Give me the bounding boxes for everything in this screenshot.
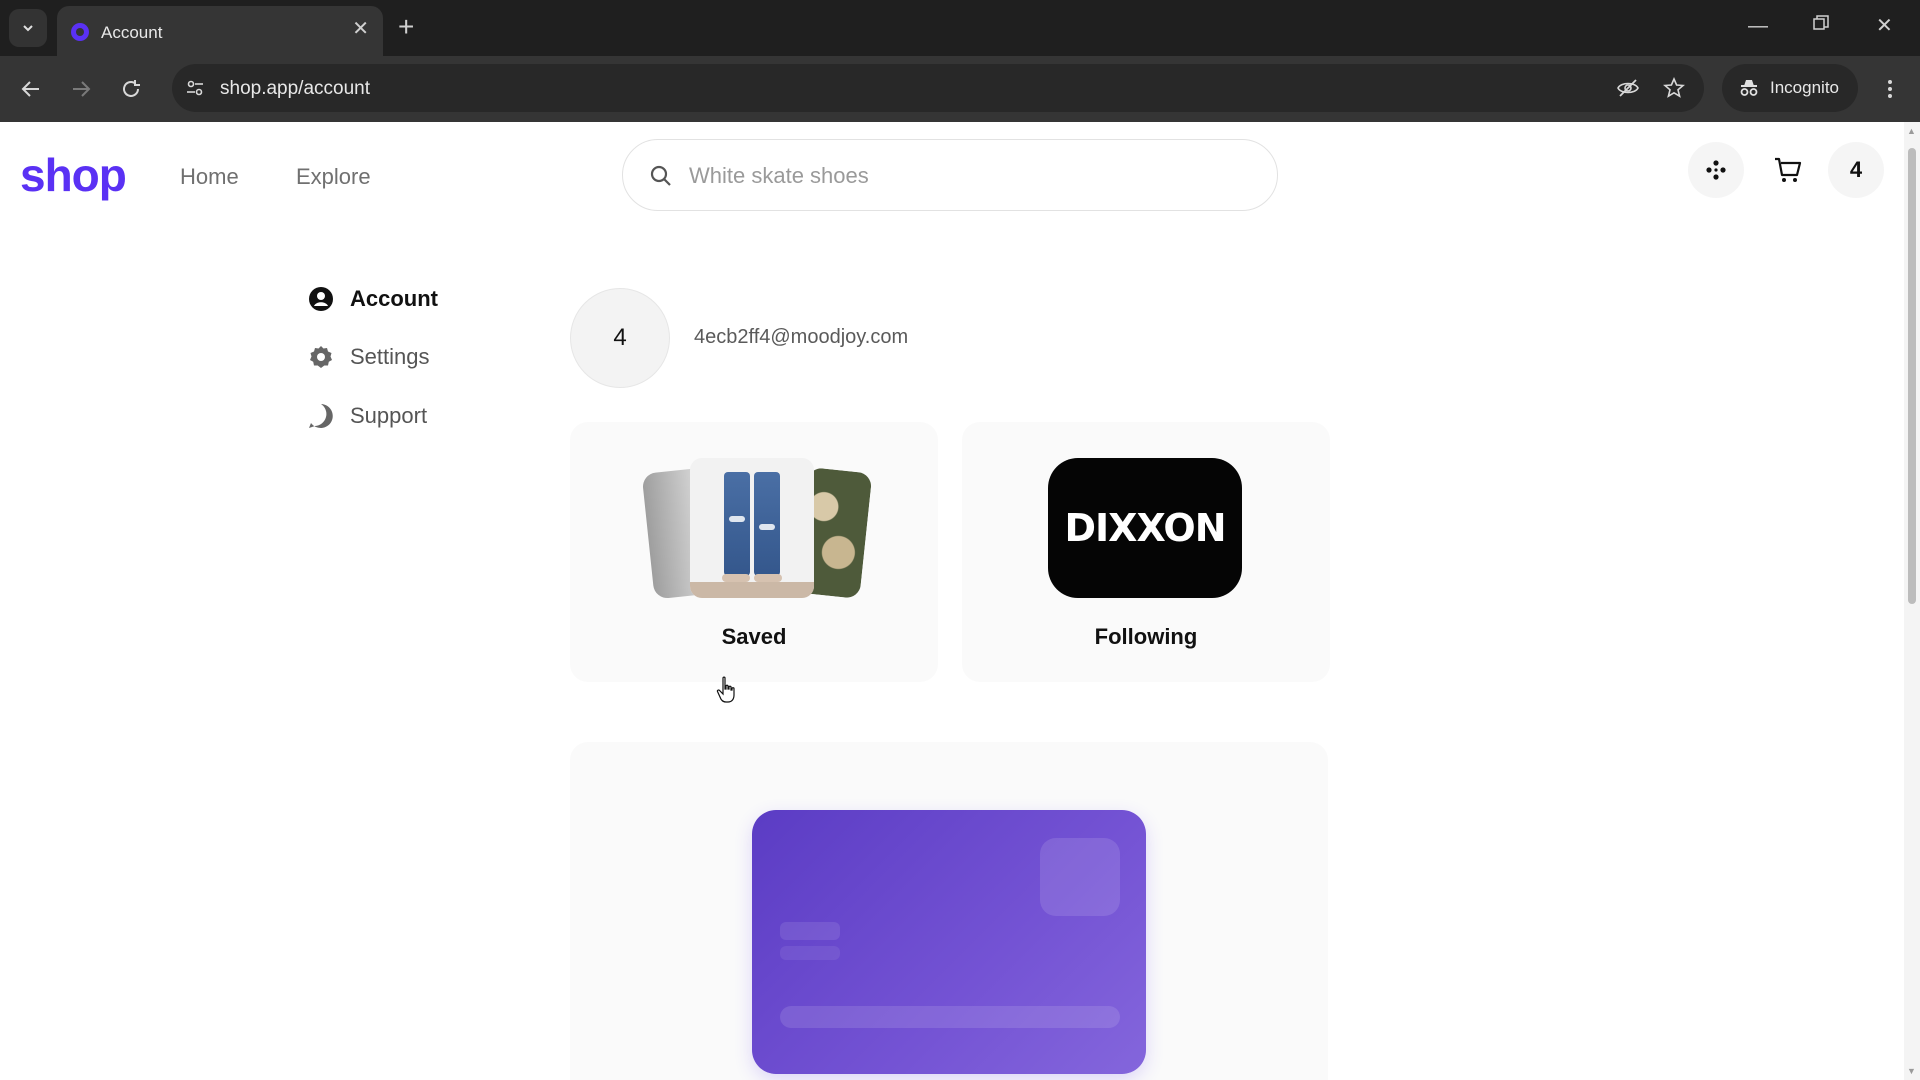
reload-icon[interactable] xyxy=(118,76,144,102)
user-circle-icon xyxy=(308,286,334,312)
profile-avatar: 4 xyxy=(570,288,670,388)
saved-label: Saved xyxy=(721,624,787,649)
incognito-badge[interactable]: Incognito xyxy=(1722,64,1858,112)
search-input[interactable] xyxy=(689,156,1249,196)
page-scrollbar[interactable]: ▲ ▼ xyxy=(1904,122,1920,1080)
url-text[interactable]: shop.app/account xyxy=(220,78,370,100)
shop-favicon-icon xyxy=(71,23,89,41)
payment-card-section xyxy=(570,742,1328,1080)
shop-logo[interactable]: shop xyxy=(20,148,127,202)
brand-logo-image: DIXXON xyxy=(1048,458,1242,598)
help-circle-icon: ? xyxy=(308,403,334,429)
nav-home-link[interactable]: Home xyxy=(180,164,239,190)
address-bar[interactable]: shop.app/account xyxy=(172,64,1704,112)
site-settings-icon[interactable] xyxy=(182,75,208,101)
eye-off-icon[interactable] xyxy=(1616,76,1640,100)
sparkle-icon xyxy=(1706,160,1726,180)
following-label: Following xyxy=(1094,624,1198,649)
search-bar[interactable] xyxy=(622,139,1278,211)
sidebar-item-account[interactable]: Account xyxy=(308,286,438,312)
payment-card-image[interactable] xyxy=(752,810,1146,1074)
saved-jeans-image xyxy=(690,458,814,598)
user-avatar-button[interactable]: 4 xyxy=(1828,142,1884,198)
shop-ai-button[interactable] xyxy=(1688,142,1744,198)
page-content: shop Home Explore 4 Account Settings ? S… xyxy=(0,122,1904,1080)
close-window-icon[interactable]: ✕ xyxy=(1876,13,1893,39)
browser-tab-bar: Account ✕ + — ✕ xyxy=(0,0,1920,56)
browser-toolbar: shop.app/account Incognito xyxy=(0,56,1920,122)
chevron-down-icon xyxy=(23,25,33,32)
restore-icon[interactable] xyxy=(1812,13,1830,39)
sidebar-item-label: Account xyxy=(350,286,438,311)
more-menu-icon[interactable] xyxy=(1878,76,1902,102)
scroll-up-icon[interactable]: ▲ xyxy=(1907,126,1916,136)
sidebar-item-settings[interactable]: Settings xyxy=(308,344,430,370)
hand-cursor-icon xyxy=(716,676,735,703)
browser-tab-account[interactable]: Account ✕ xyxy=(57,6,383,56)
nav-explore-link[interactable]: Explore xyxy=(296,164,371,190)
bookmark-star-icon[interactable] xyxy=(1662,76,1686,100)
tab-search-button[interactable] xyxy=(9,9,47,47)
incognito-icon xyxy=(1740,80,1758,96)
minimize-icon[interactable]: — xyxy=(1748,13,1768,39)
forward-arrow-icon[interactable] xyxy=(68,76,94,102)
incognito-label: Incognito xyxy=(1770,78,1839,97)
sidebar-item-label: Support xyxy=(350,403,428,428)
scrollbar-thumb[interactable] xyxy=(1908,148,1916,604)
cart-icon xyxy=(1775,157,1802,182)
brand-logo-text: DIXXON xyxy=(1064,506,1226,550)
saved-card[interactable]: Saved xyxy=(570,422,938,682)
gear-icon xyxy=(308,344,334,370)
new-tab-button[interactable]: + xyxy=(398,12,414,42)
avatar-initial: 4 xyxy=(1849,157,1863,182)
back-arrow-icon[interactable] xyxy=(18,76,44,102)
search-icon xyxy=(650,165,671,186)
tab-title: Account xyxy=(101,23,163,42)
scroll-down-icon[interactable]: ▼ xyxy=(1907,1066,1916,1076)
profile-email: 4ecb2ff4@moodjoy.com xyxy=(694,326,909,348)
sidebar-item-label: Settings xyxy=(350,344,430,369)
close-tab-icon[interactable]: ✕ xyxy=(352,19,369,39)
svg-text:?: ? xyxy=(316,408,325,425)
sidebar-item-support[interactable]: ? Support xyxy=(308,403,427,429)
cart-button[interactable] xyxy=(1760,142,1816,198)
following-card[interactable]: DIXXON Following xyxy=(962,422,1330,682)
